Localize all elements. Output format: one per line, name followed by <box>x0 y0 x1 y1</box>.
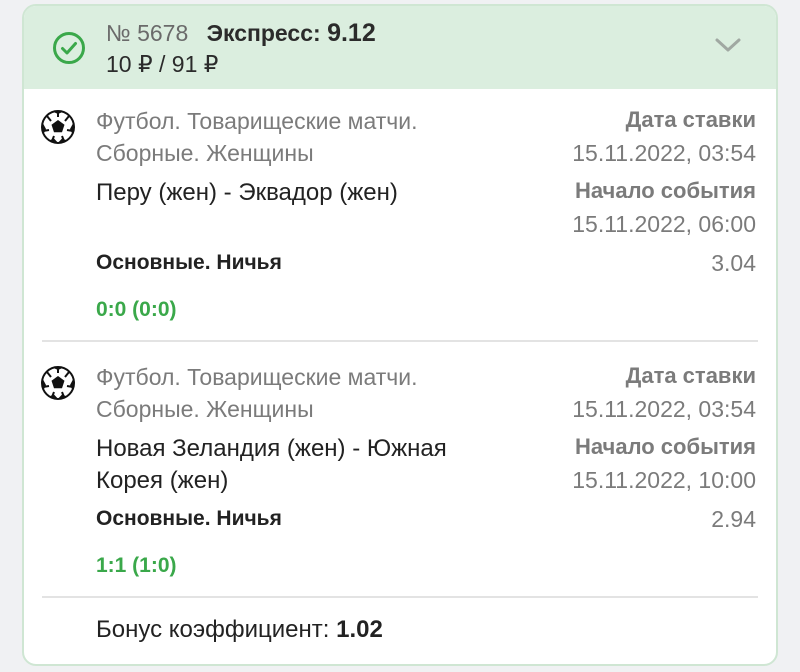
divider <box>42 340 758 342</box>
check-circle-icon <box>53 32 85 64</box>
soccer-ball-icon <box>41 366 75 400</box>
soccer-ball-icon <box>41 110 75 144</box>
bonus-value: 1.02 <box>336 616 383 643</box>
bet-date: 15.11.2022, 03:54 <box>572 396 756 422</box>
market-name: Основные. Ничья <box>96 507 282 530</box>
bet-type-label: Экспресс: <box>206 20 321 46</box>
bet-date-label: Дата ставки <box>625 107 756 132</box>
bet-number: № 5678 <box>106 20 189 46</box>
league-name: Футбол. Товарищеские матчи. Сборные. Жен… <box>96 361 516 425</box>
bet-odds: 2.94 <box>711 506 756 532</box>
league-line-1: Футбол. Товарищеские матчи. <box>96 364 418 390</box>
event-start: 15.11.2022, 10:00 <box>572 467 756 493</box>
match-name: Новая Зеландия (жен) - Южная Корея (жен) <box>96 433 526 497</box>
match-score: 0:0 (0:0) <box>96 298 177 321</box>
bet-date-label: Дата ставки <box>625 363 756 388</box>
stake-payout: 10 ₽ / 91 ₽ <box>106 51 219 77</box>
event-start: 15.11.2022, 06:00 <box>572 211 756 237</box>
bet-slip-header[interactable]: № 5678 Экспресс: 9.12 10 ₽ / 91 ₽ <box>24 6 776 89</box>
event-start-label: Начало события <box>574 178 756 203</box>
match-line-1: Новая Зеландия (жен) - Южная <box>96 435 447 462</box>
bet-slip-card: № 5678 Экспресс: 9.12 10 ₽ / 91 ₽ Футбол… <box>22 4 778 666</box>
event-start-label: Начало события <box>574 434 756 459</box>
league-name: Футбол. Товарищеские матчи. Сборные. Жен… <box>96 105 516 169</box>
league-line-2: Сборные. Женщины <box>96 396 314 422</box>
match-name: Перу (жен) - Эквадор (жен) <box>96 177 526 209</box>
bet-odds: 3.04 <box>711 250 756 276</box>
league-line-1: Футбол. Товарищеские матчи. <box>96 108 418 134</box>
divider <box>42 596 758 598</box>
league-line-2: Сборные. Женщины <box>96 140 314 166</box>
match-line-2: Корея (жен) <box>96 467 229 494</box>
match-line-1: Перу (жен) - Эквадор (жен) <box>96 179 398 206</box>
market-name: Основные. Ничья <box>96 251 282 274</box>
bet-header-title: № 5678 Экспресс: 9.12 <box>106 19 376 48</box>
total-odds: 9.12 <box>327 19 376 47</box>
bonus-coefficient: Бонус коэффициент: 1.02 <box>96 616 383 644</box>
bet-date: 15.11.2022, 03:54 <box>572 140 756 166</box>
chevron-down-icon[interactable] <box>714 36 742 54</box>
match-score: 1:1 (1:0) <box>96 554 177 577</box>
bonus-label: Бонус коэффициент: <box>96 616 330 643</box>
